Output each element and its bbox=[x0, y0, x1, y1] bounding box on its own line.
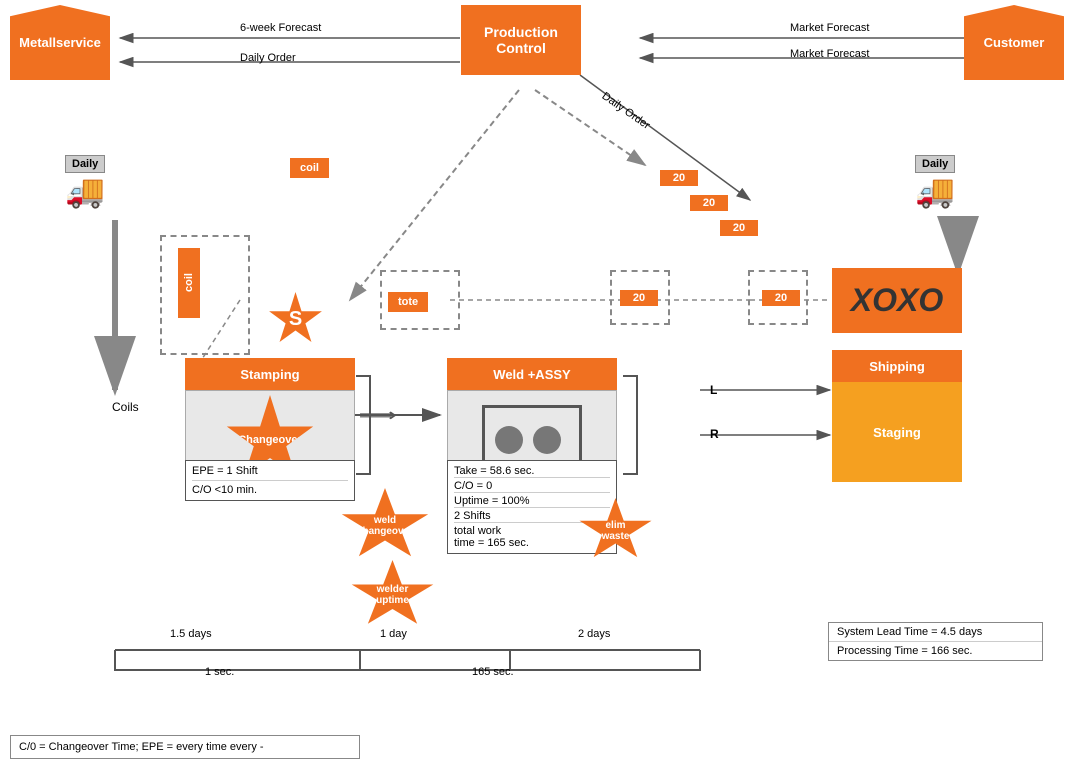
l-label: L bbox=[710, 383, 717, 397]
six-week-forecast-label: 6-week Forecast bbox=[240, 22, 321, 34]
market-forecast-1-label: Market Forecast bbox=[790, 22, 869, 34]
weld-info5-6: total work time = 165 sec. bbox=[454, 522, 610, 549]
processing-time: Processing Time = 166 sec. bbox=[829, 642, 1042, 660]
weld-output-bracket bbox=[623, 375, 638, 475]
elim-waste-label: elimwaste bbox=[602, 520, 630, 542]
weld-info2: C/O = 0 bbox=[454, 477, 610, 492]
weld-changeover-label: weldchangeover bbox=[357, 515, 413, 537]
xoxo-label: XOXO bbox=[851, 282, 943, 319]
xoxo-box: XOXO bbox=[832, 268, 962, 333]
summary-box: System Lead Time = 4.5 days Processing T… bbox=[828, 622, 1043, 661]
right-truck-label: Daily bbox=[915, 155, 955, 173]
right-truck: Daily 🚚 bbox=[915, 155, 955, 207]
shipping-process: Shipping Staging bbox=[832, 350, 962, 482]
market-forecast-2-label: Market Forecast bbox=[790, 48, 869, 60]
lead-time-3: 2 days bbox=[578, 628, 610, 640]
inventory-zone-right bbox=[748, 270, 808, 325]
diagram: Metallservice Production Control Custome… bbox=[0, 0, 1083, 771]
inv-box-1: 20 bbox=[660, 170, 698, 186]
metallservice-factory: Metallservice bbox=[10, 5, 110, 80]
inventory-zone-left bbox=[160, 235, 250, 355]
production-control-box: Production Control bbox=[461, 5, 581, 75]
push-symbol: S bbox=[268, 292, 323, 347]
inventory-zone-tote bbox=[380, 270, 460, 330]
coil-top-box: coil bbox=[290, 158, 329, 178]
metallservice-label: Metallservice bbox=[10, 5, 110, 80]
inventory-zone-mid bbox=[610, 270, 670, 325]
weld-info-box: Take = 58.6 sec. C/O = 0 Uptime = 100% 2… bbox=[447, 460, 617, 554]
stamping-info-box: EPE = 1 Shift C/O <10 min. bbox=[185, 460, 355, 501]
weld-circle-left bbox=[495, 426, 523, 454]
weld-info1: Take = 58.6 sec. bbox=[454, 465, 610, 477]
legend-box: C/0 = Changeover Time; EPE = every time … bbox=[10, 735, 360, 759]
left-truck: Daily 🚚 bbox=[65, 155, 105, 207]
inv-box-3: 20 bbox=[720, 220, 758, 236]
weld-label: Weld +ASSY bbox=[447, 358, 617, 390]
push-arrow-stamp-weld: ⟹ bbox=[359, 405, 398, 426]
customer-factory: Customer bbox=[964, 5, 1064, 80]
stamping-label: Stamping bbox=[185, 358, 355, 390]
daily-order-left-label: Daily Order bbox=[240, 52, 296, 64]
welder-uptime-label: welderuptime bbox=[376, 584, 409, 606]
welder-uptime-burst: welderuptime bbox=[350, 560, 435, 630]
left-truck-label: Daily bbox=[65, 155, 105, 173]
weld-info4: 2 Shifts bbox=[454, 507, 610, 522]
process-time-1: 1 sec. bbox=[205, 666, 234, 678]
right-truck-icon: 🚚 bbox=[915, 175, 955, 207]
stamping-info2: C/O <10 min. bbox=[192, 480, 348, 496]
coils-text-label: Coils bbox=[112, 400, 139, 414]
daily-order-right-label: Daily Order bbox=[600, 90, 652, 132]
inv-box-2: 20 bbox=[690, 195, 728, 211]
shipping-label: Shipping bbox=[832, 350, 962, 382]
left-truck-icon: 🚚 bbox=[65, 175, 105, 207]
changeover-label: Changeover bbox=[238, 434, 302, 446]
staging-label: Staging bbox=[873, 425, 921, 440]
system-lead-time: System Lead Time = 4.5 days bbox=[829, 623, 1042, 642]
stamping-info1: EPE = 1 Shift bbox=[192, 465, 348, 477]
weld-info3: Uptime = 100% bbox=[454, 492, 610, 507]
lead-time-1: 1.5 days bbox=[170, 628, 212, 640]
customer-label: Customer bbox=[964, 5, 1064, 80]
production-control-label: Production Control bbox=[476, 24, 566, 56]
r-label: R bbox=[710, 427, 719, 441]
process-time-2: 165 sec. bbox=[472, 666, 514, 678]
lead-time-2: 1 day bbox=[380, 628, 407, 640]
weld-circle-right bbox=[533, 426, 561, 454]
